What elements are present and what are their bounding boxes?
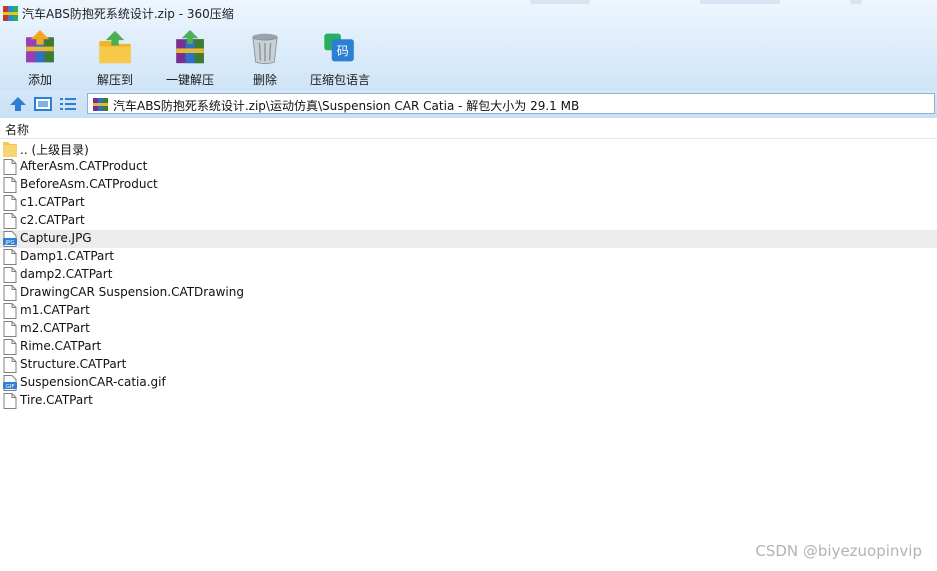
item-name: BeforeAsm.CATProduct [20, 177, 158, 191]
list-item[interactable]: c2.CATPart [0, 212, 937, 230]
list-view-icon[interactable] [59, 95, 77, 113]
thumbnail-view-icon[interactable] [34, 95, 52, 113]
add-archive-icon [26, 30, 54, 63]
list-item[interactable]: AfterAsm.CATProduct [0, 158, 937, 176]
archive-language-button-label: 压缩包语言 [309, 73, 370, 87]
list-item[interactable]: Damp1.CATPart [0, 248, 937, 266]
extract-to-button[interactable]: 解压到 [95, 30, 135, 88]
file-list: .. (上级目录) AfterAsm.CATProduct BeforeAsm.… [0, 140, 937, 410]
toolbar: 添加 解压到 一键解压 删除 码 压缩包语言 [0, 26, 937, 91]
archive-language-icon: 码 [324, 33, 354, 62]
file-icon [3, 249, 17, 265]
file-icon [3, 321, 17, 337]
list-item[interactable]: Structure.CATPart [0, 356, 937, 374]
archive-language-icon-glyph: 码 [337, 44, 349, 58]
column-header[interactable]: 名称 [0, 118, 937, 139]
item-name: m2.CATPart [20, 321, 90, 335]
item-name: Rime.CATPart [20, 339, 102, 353]
file-icon [3, 213, 17, 229]
gif-badge-text: GIF [5, 384, 14, 390]
file-icon [3, 303, 17, 319]
window-title: 汽车ABS防抱死系统设计.zip - 360压缩 [22, 7, 234, 21]
item-name: Structure.CATPart [20, 357, 127, 371]
item-name: Capture.JPG [20, 231, 92, 245]
item-name: Damp1.CATPart [20, 249, 115, 263]
list-item[interactable]: m1.CATPart [0, 302, 937, 320]
list-item[interactable]: BeforeAsm.CATProduct [0, 176, 937, 194]
one-click-extract-icon [176, 30, 204, 64]
item-name: AfterAsm.CATProduct [20, 159, 148, 173]
file-icon [3, 285, 17, 301]
file-icon [3, 357, 17, 373]
zip-app-icon [3, 6, 18, 21]
file-icon [3, 267, 17, 283]
top-area: 汽车ABS防抱死系统设计.zip - 360压缩 添加 解压到 一键解压 删除 … [0, 0, 937, 91]
delete-button-label: 删除 [252, 73, 277, 87]
title-bar: 汽车ABS防抱死系统设计.zip - 360压缩 [0, 0, 937, 26]
list-item[interactable]: DrawingCAR Suspension.CATDrawing [0, 284, 937, 302]
extract-to-button-label: 解压到 [96, 73, 133, 87]
file-icon [3, 195, 17, 211]
address-row: 汽车ABS防抱死系统设计.zip\运动仿真\Suspension CAR Cat… [0, 91, 937, 119]
one-click-extract-button-label: 一键解压 [165, 73, 214, 87]
item-name: SuspensionCAR-catia.gif [20, 375, 166, 389]
address-field[interactable]: 汽车ABS防抱死系统设计.zip\运动仿真\Suspension CAR Cat… [87, 93, 935, 114]
list-item[interactable]: GIF SuspensionCAR-catia.gif [0, 374, 937, 392]
watermark: CSDN @biyezuopinvip [755, 542, 922, 560]
zip-file-icon [93, 98, 108, 111]
extract-to-icon [99, 30, 131, 64]
add-button[interactable]: 添加 [20, 30, 60, 88]
item-name: Tire.CATPart [20, 393, 93, 407]
item-name: .. (上级目录) [20, 143, 89, 157]
item-name: c2.CATPart [20, 213, 85, 227]
file-icon [3, 177, 17, 193]
item-name: DrawingCAR Suspension.CATDrawing [20, 285, 244, 299]
file-icon [3, 339, 17, 355]
list-item[interactable]: c1.CATPart [0, 194, 937, 212]
title-tab-stub [530, 0, 590, 4]
list-item[interactable]: Tire.CATPart [0, 392, 937, 410]
title-tab-stub [850, 0, 862, 4]
item-name: m1.CATPart [20, 303, 90, 317]
list-item[interactable]: damp2.CATPart [0, 266, 937, 284]
trash-bin-icon [252, 33, 278, 65]
up-arrow-icon[interactable] [9, 95, 27, 113]
folder-icon [3, 142, 17, 157]
gif-image-icon: GIF [3, 375, 17, 391]
list-item[interactable]: Rime.CATPart [0, 338, 937, 356]
list-item-highlighted[interactable]: JPG Capture.JPG [0, 230, 937, 248]
one-click-extract-button[interactable]: 一键解压 [165, 30, 215, 88]
archive-language-button[interactable]: 码 压缩包语言 [306, 30, 374, 88]
column-name-label: 名称 [5, 123, 30, 137]
file-icon [3, 393, 17, 409]
delete-button[interactable]: 删除 [245, 30, 285, 88]
file-icon [3, 159, 17, 175]
item-name: c1.CATPart [20, 195, 85, 209]
jpg-image-icon: JPG [3, 231, 17, 247]
add-button-label: 添加 [27, 73, 52, 87]
list-item[interactable]: .. (上级目录) [0, 140, 937, 158]
address-path: 汽车ABS防抱死系统设计.zip\运动仿真\Suspension CAR Cat… [113, 99, 580, 113]
jpg-badge-text: JPG [4, 240, 14, 246]
item-name: damp2.CATPart [20, 267, 113, 281]
list-item[interactable]: m2.CATPart [0, 320, 937, 338]
title-tab-stub [700, 0, 780, 4]
